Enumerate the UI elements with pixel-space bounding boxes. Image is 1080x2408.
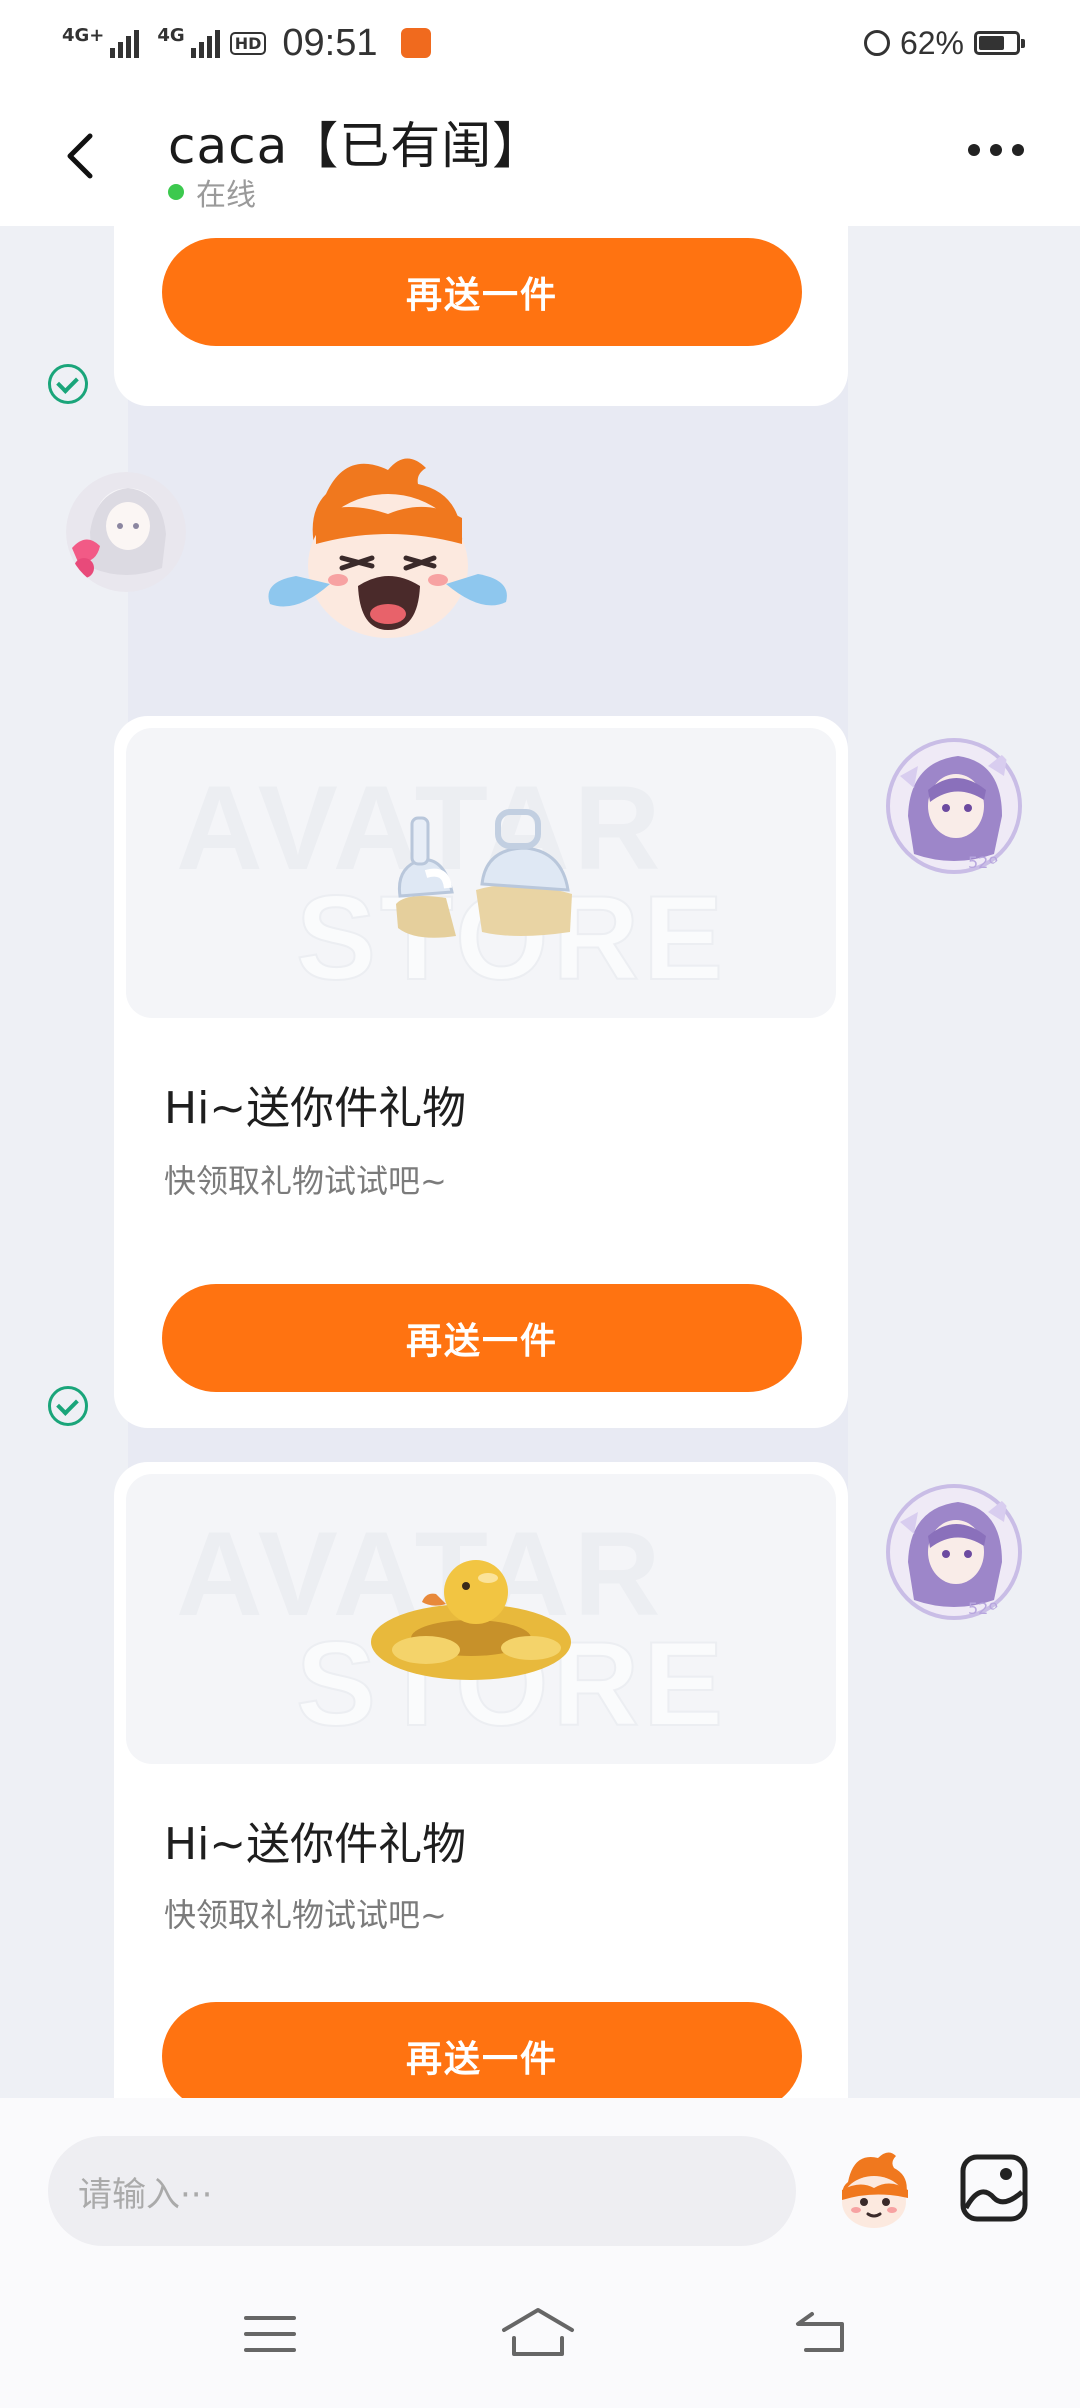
network-type-1: 4G+ xyxy=(62,24,105,46)
resend-gift-button[interactable]: 再送一件 xyxy=(162,2002,802,2098)
online-status-label: 在线 xyxy=(196,178,256,213)
gift-title: Hi~送你件礼物 xyxy=(164,1083,467,1134)
delivered-check-icon xyxy=(48,1386,88,1426)
app-notification-icon xyxy=(401,28,432,58)
gift-card: AVATAR STORE Hi~送你件礼物 快领取礼物试试吧~ 再送一件 xyxy=(114,716,848,1428)
signal-icon xyxy=(190,28,220,58)
delivered-check-icon xyxy=(48,364,88,404)
sticker-crying-mascot[interactable] xyxy=(256,454,518,654)
emoji-icon[interactable] xyxy=(830,2146,918,2234)
image-icon[interactable] xyxy=(958,2152,1030,2224)
resend-gift-button[interactable]: 再送一件 xyxy=(162,1284,802,1392)
signal-icon xyxy=(110,28,140,58)
avatar-badge: 529 xyxy=(968,853,999,872)
hd-icon: HD xyxy=(229,31,267,55)
message-composer: 请输入··· xyxy=(0,2098,1080,2258)
system-nav-bar xyxy=(0,2258,1080,2408)
back-nav-icon[interactable] xyxy=(792,2306,848,2356)
alarm-icon xyxy=(863,30,890,56)
more-icon[interactable] xyxy=(968,144,1024,156)
rubber-duck-gift-icon xyxy=(371,1560,571,1680)
chat-header: caca【已有闺】 在线 xyxy=(0,86,1080,226)
contact-name[interactable]: caca【已有闺】 xyxy=(168,106,543,178)
gift-subtitle: 快领取礼物试试吧~ xyxy=(164,1896,447,1934)
network-type-2: 4G xyxy=(157,24,185,46)
gift-card: 再送一件 xyxy=(114,226,848,406)
back-icon[interactable] xyxy=(52,126,112,186)
message-list[interactable]: 再送一件 529 STORE Hi~送你件礼物 快领取礼物试试吧~ 再送一件 5… xyxy=(0,226,1080,2098)
status-bar: 4G+ 4G HD 09:51 62% xyxy=(0,0,1080,86)
gift-image: AVATAR STORE xyxy=(126,728,836,1018)
contact-avatar[interactable] xyxy=(66,472,186,592)
home-icon[interactable] xyxy=(500,2304,576,2360)
my-avatar[interactable]: 529 xyxy=(884,736,1024,876)
clock: 09:51 xyxy=(282,21,378,64)
gift-subtitle: 快领取礼物试试吧~ xyxy=(164,1162,447,1200)
gift-title: Hi~送你件礼物 xyxy=(164,1819,467,1870)
message-input[interactable]: 请输入··· xyxy=(48,2136,796,2246)
battery-percent: 62% xyxy=(899,24,964,61)
online-dot-icon xyxy=(168,184,184,200)
sandals-gift-icon xyxy=(396,809,572,938)
avatar-badge: 529 xyxy=(968,1599,999,1618)
resend-gift-button[interactable]: 再送一件 xyxy=(162,238,802,346)
my-avatar[interactable]: 529 xyxy=(884,1482,1024,1622)
online-status: 在线 xyxy=(168,170,256,214)
gift-card: AVATAR STORE Hi~送你件礼物 快领取礼物试试吧~ 再送一件 xyxy=(114,1462,848,2098)
menu-icon[interactable] xyxy=(242,2312,298,2356)
battery-icon xyxy=(974,31,1025,55)
gift-image: AVATAR STORE xyxy=(126,1474,836,1764)
